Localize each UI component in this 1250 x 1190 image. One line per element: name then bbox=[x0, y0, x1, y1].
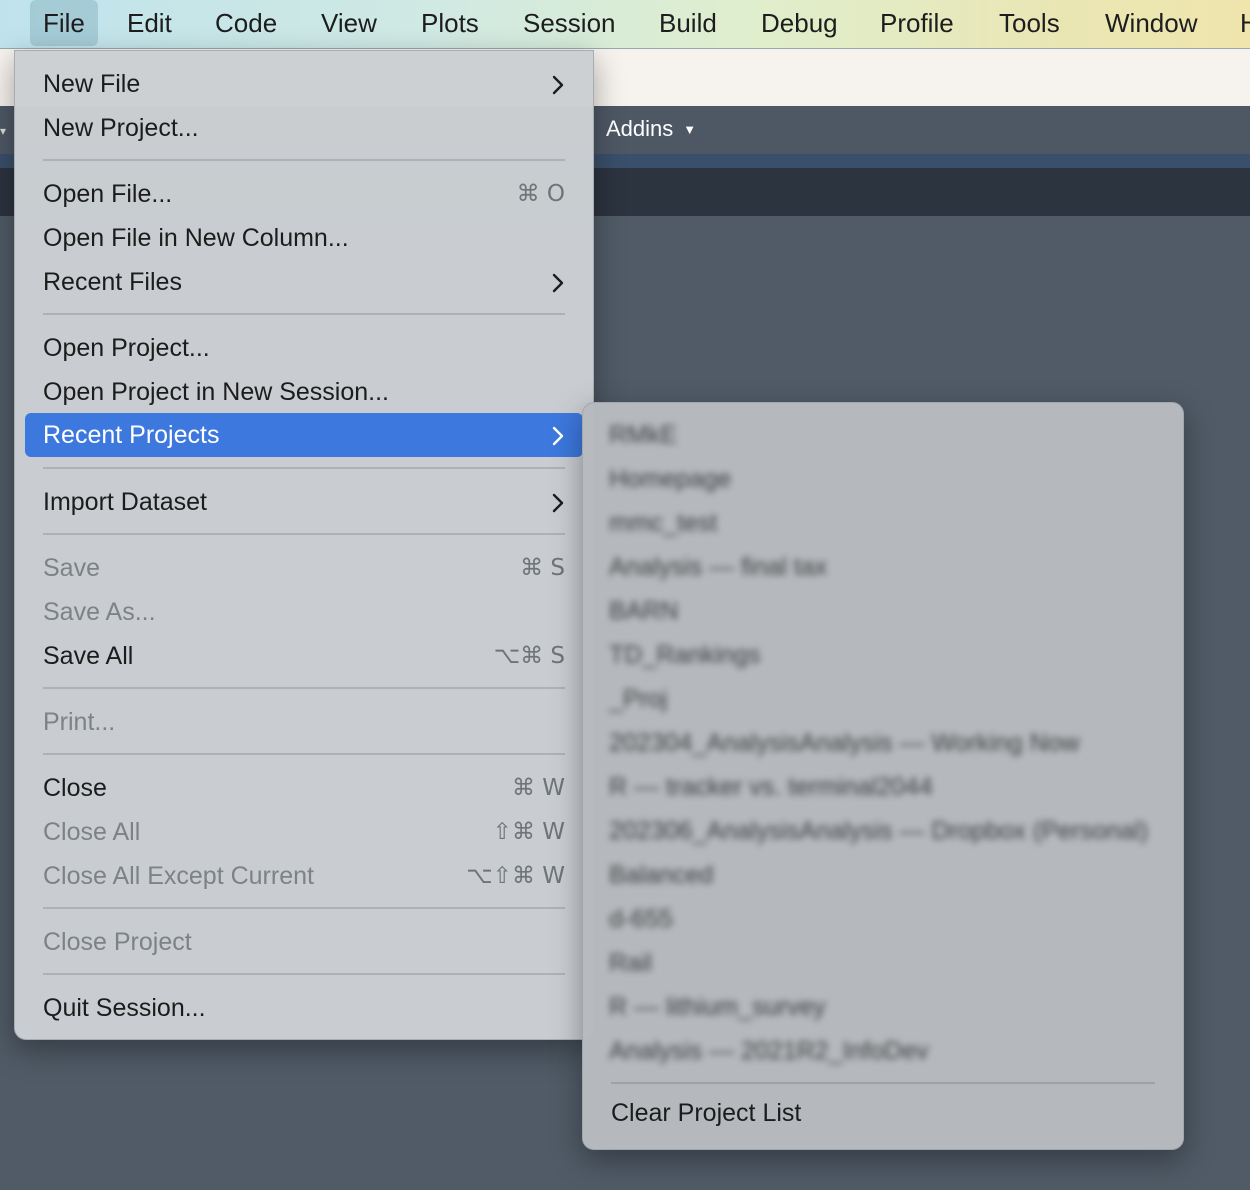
chevron-right-icon bbox=[551, 480, 565, 524]
menu-item-close-all[interactable]: Close All ⇧⌘ W bbox=[25, 810, 583, 854]
menu-item-open-file[interactable]: Open File... ⌘ O bbox=[25, 172, 583, 216]
menu-item-label: New File bbox=[43, 70, 141, 98]
menu-item-print[interactable]: Print... bbox=[25, 700, 583, 744]
menu-plots[interactable]: Plots bbox=[421, 0, 479, 48]
recent-project-item[interactable]: Rail bbox=[609, 949, 652, 977]
menu-item-new-file[interactable]: New File bbox=[25, 62, 583, 106]
shortcut-label: ⌥⇧⌘ W bbox=[466, 863, 565, 889]
caret-down-icon[interactable]: ▾ bbox=[0, 124, 6, 138]
chevron-right-icon bbox=[551, 62, 565, 106]
menu-item-new-project[interactable]: New Project... bbox=[25, 106, 583, 150]
menu-item-label: Open Project in New Session... bbox=[43, 378, 389, 406]
menu-debug[interactable]: Debug bbox=[761, 0, 838, 48]
menu-item-close-project[interactable]: Close Project bbox=[25, 920, 583, 964]
menu-separator bbox=[611, 1082, 1155, 1084]
menu-build[interactable]: Build bbox=[659, 0, 717, 48]
recent-project-item[interactable]: R — lithium_survey bbox=[609, 993, 826, 1021]
menu-item-label: Import Dataset bbox=[43, 488, 207, 516]
shortcut-label: ⌘ S bbox=[520, 555, 565, 581]
menu-separator bbox=[43, 753, 565, 755]
menu-item-import-dataset[interactable]: Import Dataset bbox=[25, 480, 583, 524]
menu-item-label: Close bbox=[43, 774, 107, 802]
menu-separator bbox=[43, 533, 565, 535]
menu-separator bbox=[43, 973, 565, 975]
menu-item-label: Open File in New Column... bbox=[43, 224, 349, 252]
menu-item-label: Close All bbox=[43, 818, 141, 846]
recent-project-item[interactable]: d-655 bbox=[609, 905, 673, 933]
menu-item-label: Save As... bbox=[43, 598, 156, 626]
recent-projects-submenu: RMkE Homepage mmc_test Analysis — final … bbox=[582, 402, 1184, 1150]
menu-help[interactable]: H bbox=[1240, 0, 1250, 48]
menu-separator bbox=[43, 907, 565, 909]
shortcut-label: ⇧⌘ W bbox=[492, 819, 565, 845]
recent-project-item[interactable]: R — tracker vs. terminal2044 bbox=[609, 773, 933, 801]
menu-session[interactable]: Session bbox=[523, 0, 616, 48]
menu-item-label: Recent Files bbox=[43, 268, 182, 296]
clear-project-list-button[interactable]: Clear Project List bbox=[611, 1099, 801, 1128]
menu-separator bbox=[43, 467, 565, 469]
menu-window[interactable]: Window bbox=[1105, 0, 1197, 48]
recent-project-item[interactable]: Analysis — 2021R2_InfoDev bbox=[609, 1037, 929, 1065]
caret-down-icon: ▼ bbox=[683, 122, 697, 137]
menu-file[interactable]: File bbox=[30, 0, 98, 46]
recent-project-item[interactable]: Balanced bbox=[609, 861, 713, 889]
recent-project-item[interactable]: 202306_AnalysisAnalysis — Dropbox (Perso… bbox=[609, 817, 1148, 845]
menu-item-label: Print... bbox=[43, 708, 116, 736]
menu-item-save-all[interactable]: Save All ⌥⌘ S bbox=[25, 634, 583, 678]
menu-item-open-project[interactable]: Open Project... bbox=[25, 326, 583, 370]
menu-item-recent-projects[interactable]: Recent Projects bbox=[25, 413, 583, 457]
recent-project-item[interactable]: Homepage bbox=[609, 465, 731, 493]
menu-item-label: Save bbox=[43, 554, 100, 582]
menu-separator bbox=[43, 159, 565, 161]
menu-item-label: Open File... bbox=[43, 180, 173, 208]
menu-edit[interactable]: Edit bbox=[127, 0, 172, 48]
menu-tools[interactable]: Tools bbox=[999, 0, 1060, 48]
menu-separator bbox=[43, 313, 565, 315]
menu-item-label: Save All bbox=[43, 642, 134, 670]
addins-button[interactable]: Addins ▼ bbox=[606, 116, 696, 142]
menu-item-label: Open Project... bbox=[43, 334, 210, 362]
menu-item-open-file-new-column[interactable]: Open File in New Column... bbox=[25, 216, 583, 260]
chevron-right-icon bbox=[551, 260, 565, 304]
recent-project-item[interactable]: _Proj bbox=[609, 685, 667, 713]
chevron-right-icon bbox=[551, 413, 565, 457]
shortcut-label: ⌘ W bbox=[511, 775, 565, 801]
menu-separator bbox=[43, 687, 565, 689]
menu-code[interactable]: Code bbox=[215, 0, 277, 48]
menu-item-label: Close All Except Current bbox=[43, 862, 314, 890]
menu-bar: File Edit Code View Plots Session Build … bbox=[0, 0, 1250, 49]
menu-item-quit-session[interactable]: Quit Session... bbox=[25, 986, 583, 1030]
file-menu: New File New Project... Open File... ⌘ O… bbox=[14, 50, 594, 1040]
menu-item-label: Recent Projects bbox=[43, 421, 220, 449]
shortcut-label: ⌘ O bbox=[516, 181, 565, 207]
menu-item-label: Quit Session... bbox=[43, 994, 206, 1022]
menu-item-close[interactable]: Close ⌘ W bbox=[25, 766, 583, 810]
recent-project-item[interactable]: mmc_test bbox=[609, 509, 717, 537]
recent-project-item[interactable]: RMkE bbox=[609, 421, 677, 449]
shortcut-label: ⌥⌘ S bbox=[493, 643, 565, 669]
recent-project-item[interactable]: Analysis — final tax bbox=[609, 553, 827, 581]
menu-view[interactable]: View bbox=[321, 0, 377, 48]
menu-item-label: New Project... bbox=[43, 114, 199, 142]
menu-item-close-all-except-current[interactable]: Close All Except Current ⌥⇧⌘ W bbox=[25, 854, 583, 898]
menu-item-open-project-new-session[interactable]: Open Project in New Session... bbox=[25, 370, 583, 414]
recent-project-item[interactable]: BARN bbox=[609, 597, 678, 625]
addins-label: Addins bbox=[606, 116, 674, 141]
menu-item-save[interactable]: Save ⌘ S bbox=[25, 546, 583, 590]
menu-item-save-as[interactable]: Save As... bbox=[25, 590, 583, 634]
recent-project-item[interactable]: 202304_AnalysisAnalysis — Working Now bbox=[609, 729, 1080, 757]
menu-item-label: Close Project bbox=[43, 928, 192, 956]
menu-item-recent-files[interactable]: Recent Files bbox=[25, 260, 583, 304]
menu-profile[interactable]: Profile bbox=[880, 0, 954, 48]
recent-project-item[interactable]: TD_Rankings bbox=[609, 641, 760, 669]
